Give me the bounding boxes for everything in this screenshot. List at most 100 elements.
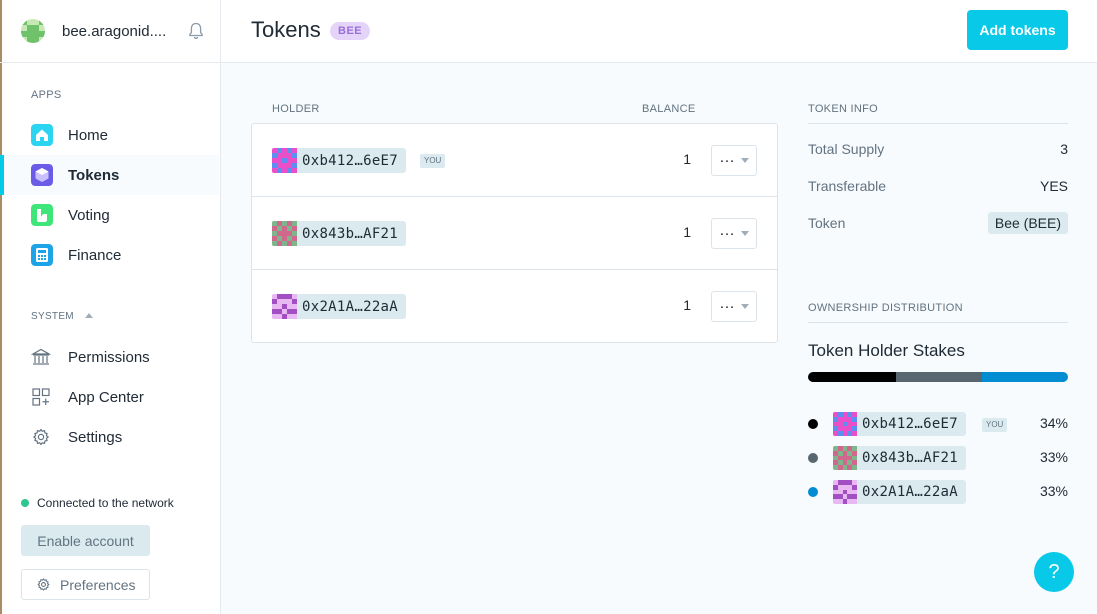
identicon-icon	[272, 221, 297, 246]
system-section-label: SYSTEM	[31, 311, 74, 322]
token-label: Token	[808, 215, 846, 231]
sidebar-item-label: App Center	[68, 388, 144, 406]
bank-icon	[31, 348, 51, 365]
ellipsis-icon: …	[719, 148, 736, 166]
holder-column-header: HOLDER	[272, 103, 320, 115]
chevron-down-icon	[741, 158, 749, 163]
address-text: 0xb412…6eE7	[862, 416, 959, 432]
row-actions-button[interactable]: …	[711, 291, 757, 322]
chevron-down-icon	[741, 304, 749, 309]
app-header: Tokens BEE Add tokens	[221, 0, 1097, 63]
system-section-toggle[interactable]: SYSTEM	[31, 311, 93, 322]
identicon-icon	[833, 480, 857, 504]
sidebar-item-home[interactable]: Home	[0, 115, 219, 155]
table-row: 0x2A1A…22aA 1 …	[252, 270, 777, 343]
row-actions-button[interactable]: …	[711, 218, 757, 249]
sidebar-item-label: Permissions	[68, 348, 150, 366]
token-info-heading: TOKEN INFO	[808, 103, 1068, 124]
sidebar-item-label: Voting	[68, 206, 110, 224]
balance-value: 1	[683, 224, 691, 240]
total-supply-value: 3	[1060, 141, 1068, 157]
address-badge[interactable]: 0x843b…AF21	[272, 221, 407, 246]
stake-bar-segment	[808, 372, 897, 382]
sidebar-item-label: Finance	[68, 246, 122, 264]
total-supply-row: Total Supply 3	[808, 141, 1068, 157]
status-dot-icon	[21, 499, 29, 507]
sidebar-item-label: Tokens	[68, 166, 120, 184]
bell-icon[interactable]	[188, 22, 204, 40]
address-badge[interactable]: 0xb412…6eE7	[833, 412, 967, 436]
network-status-text: Connected to the network	[37, 496, 174, 510]
org-switcher[interactable]: bee.aragonid....	[0, 0, 220, 63]
tokens-icon	[31, 164, 53, 186]
network-status: Connected to the network	[21, 496, 174, 510]
add-tokens-button[interactable]: Add tokens	[967, 10, 1068, 50]
preferences-button[interactable]: Preferences	[21, 569, 150, 600]
stake-percent: 33%	[1039, 449, 1068, 465]
org-avatar	[21, 19, 45, 43]
balance-value: 1	[683, 297, 691, 313]
transferable-label: Transferable	[808, 178, 887, 194]
sidebar: bee.aragonid.... APPS Home Tokens Voting	[0, 0, 221, 614]
stake-bar	[808, 372, 1068, 382]
balance-value: 1	[683, 151, 691, 167]
stake-percent: 34%	[1039, 415, 1068, 431]
address-badge[interactable]: 0x2A1A…22aA	[833, 480, 967, 504]
you-badge: YOU	[982, 418, 1008, 432]
address-badge[interactable]: 0xb412…6eE7	[272, 148, 407, 173]
balance-column-header: BALANCE	[642, 103, 696, 115]
legend-dot-icon	[808, 487, 818, 497]
identicon-icon	[272, 294, 297, 319]
identicon-icon	[272, 148, 297, 173]
stake-row: 0x2A1A…22aA 33%	[808, 480, 1068, 504]
apps-section-label: APPS	[31, 89, 62, 101]
gear-icon	[37, 578, 50, 591]
row-actions-button[interactable]: …	[711, 145, 757, 176]
org-name: bee.aragonid....	[62, 22, 167, 40]
ellipsis-icon: …	[719, 294, 736, 312]
holders-table: 0xb412…6eE7 YOU 1 … 0x843b…AF21 1 … 0x2A…	[251, 123, 778, 343]
legend-dot-icon	[808, 419, 818, 429]
total-supply-label: Total Supply	[808, 141, 885, 157]
address-text: 0x843b…AF21	[862, 450, 959, 466]
help-button[interactable]: ?	[1034, 552, 1074, 592]
gear-icon	[33, 428, 49, 446]
stake-percent: 33%	[1039, 483, 1068, 499]
app-center-icon	[32, 388, 50, 406]
sidebar-item-settings[interactable]: Settings	[0, 417, 219, 457]
identicon-icon	[833, 412, 857, 436]
caret-up-icon	[84, 312, 93, 318]
address-badge[interactable]: 0x843b…AF21	[833, 446, 967, 470]
you-badge: YOU	[420, 154, 446, 168]
address-text: 0x843b…AF21	[302, 225, 399, 242]
sidebar-item-label: Home	[68, 126, 109, 144]
sidebar-item-tokens[interactable]: Tokens	[0, 155, 219, 195]
legend-dot-icon	[808, 453, 818, 463]
enable-account-button[interactable]: Enable account	[21, 525, 150, 556]
sidebar-item-label: Settings	[68, 428, 123, 446]
address-badge[interactable]: 0x2A1A…22aA	[272, 294, 407, 319]
sidebar-item-app-center[interactable]: App Center	[0, 377, 219, 417]
home-icon	[31, 124, 53, 146]
address-text: 0x2A1A…22aA	[302, 298, 399, 315]
stake-row: 0xb412…6eE7 YOU 34%	[808, 412, 1068, 436]
token-row: Token Bee (BEE)	[808, 212, 1068, 234]
preferences-label: Preferences	[60, 576, 136, 593]
transferable-row: Transferable YES	[808, 178, 1068, 194]
sidebar-item-permissions[interactable]: Permissions	[0, 337, 219, 377]
transferable-value: YES	[1039, 178, 1068, 194]
stake-bar-segment	[896, 372, 983, 382]
stakes-title: Token Holder Stakes	[808, 341, 965, 360]
stake-bar-segment	[982, 372, 1068, 382]
address-text: 0xb412…6eE7	[302, 152, 399, 169]
stake-row: 0x843b…AF21 33%	[808, 446, 1068, 470]
address-text: 0x2A1A…22aA	[862, 484, 959, 500]
sidebar-item-voting[interactable]: Voting	[0, 195, 219, 235]
identicon-icon	[833, 446, 857, 470]
table-row: 0xb412…6eE7 YOU 1 …	[252, 124, 777, 197]
chevron-down-icon	[741, 231, 749, 236]
finance-icon	[31, 244, 53, 266]
sidebar-item-finance[interactable]: Finance	[0, 235, 219, 275]
ellipsis-icon: …	[719, 221, 736, 239]
table-row: 0x843b…AF21 1 …	[252, 197, 777, 270]
